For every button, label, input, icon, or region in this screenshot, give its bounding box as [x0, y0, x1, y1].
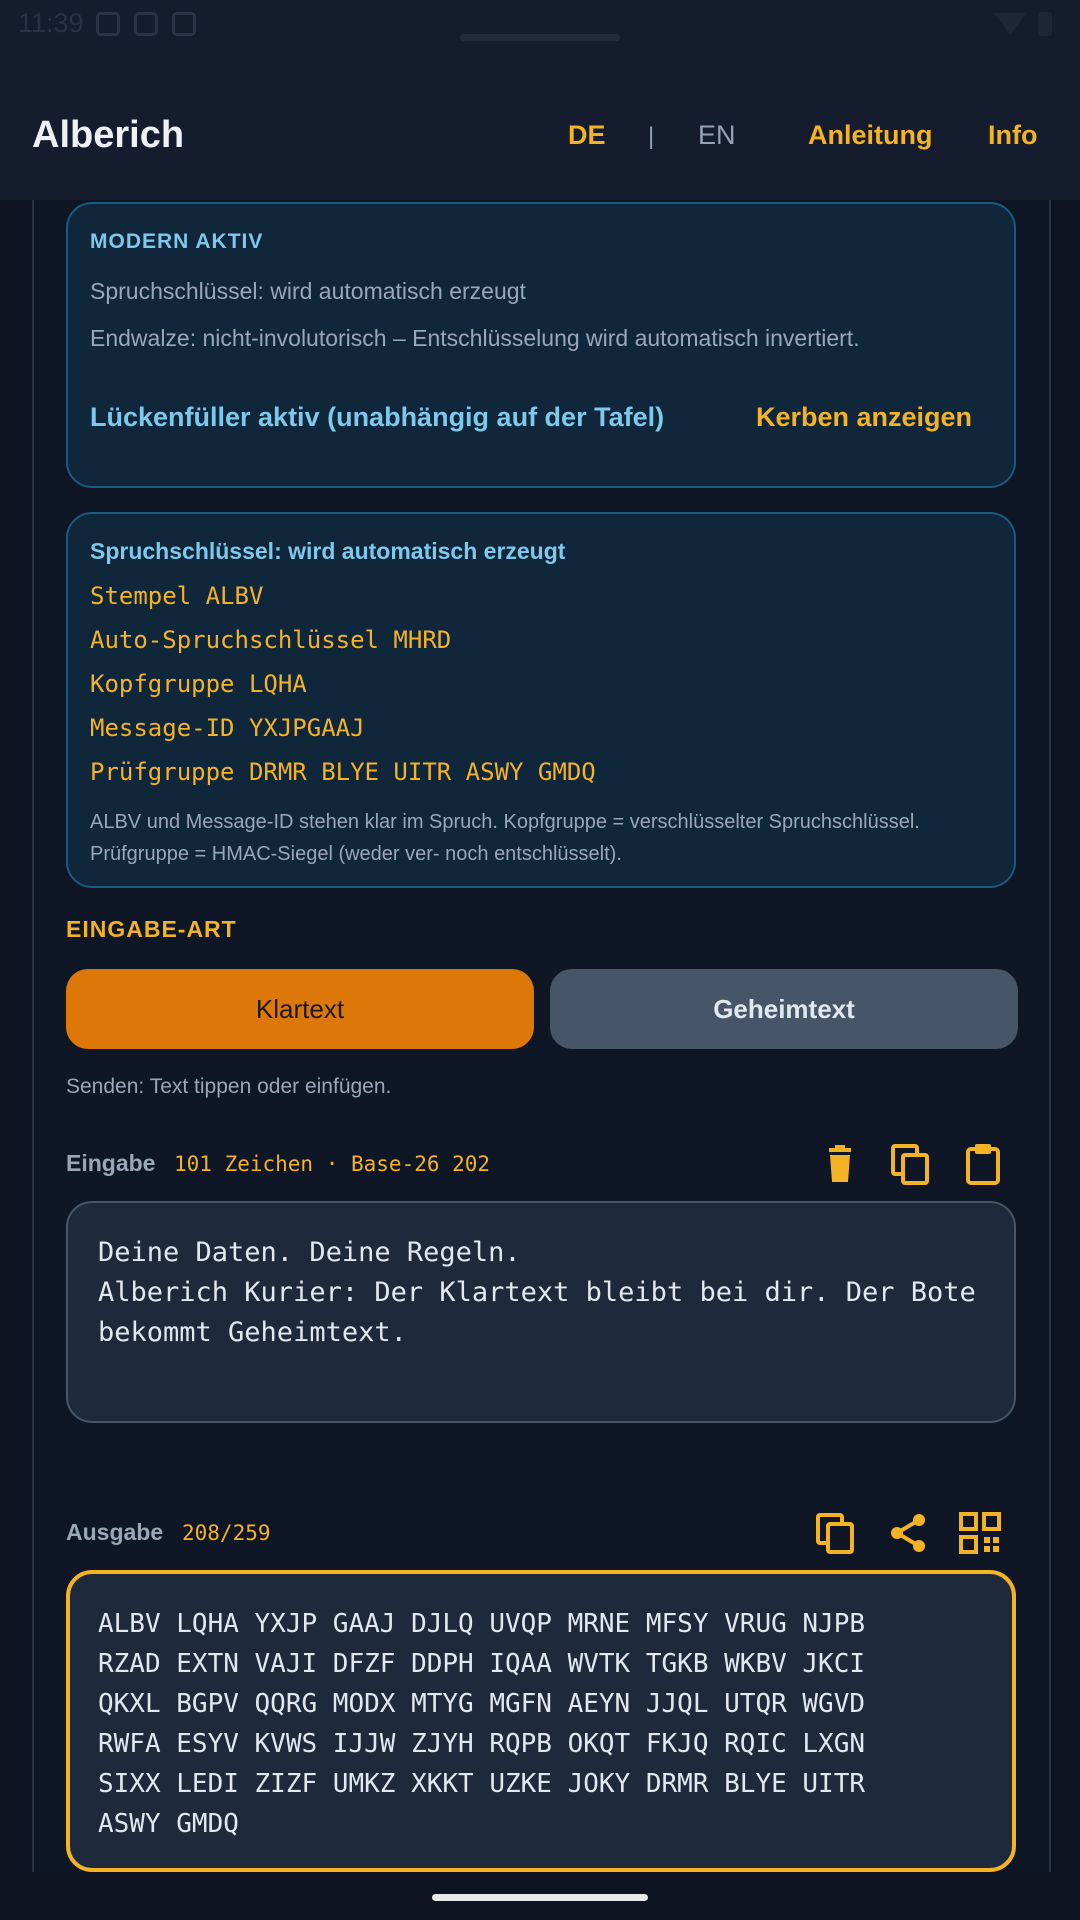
kopfgruppe-value: Kopfgruppe LQHA: [90, 670, 307, 698]
battery-icon: [1038, 12, 1052, 36]
mode-reflector-info: Endwalze: nicht-involutorisch – Entschlü…: [90, 325, 860, 351]
mode-key-info: Spruchschlüssel: wird automatisch erzeug…: [90, 278, 526, 304]
shield-icon: [96, 12, 120, 36]
input-char-count: 101 Zeichen · Base-26 202: [174, 1152, 491, 1176]
sim-card-icon: [172, 12, 196, 36]
geheimtext-button[interactable]: Geheimtext: [550, 969, 1018, 1049]
qr-code-icon[interactable]: [958, 1511, 1002, 1555]
app-bar: Alberich DE | EN Anleitung Info: [0, 50, 1080, 200]
pruefgruppe-value: Prüfgruppe DRMR BLYE UITR ASWY GMDQ: [90, 758, 596, 786]
key-card: Spruchschlüssel: wird automatisch erzeug…: [66, 512, 1016, 888]
home-gesture-handle[interactable]: [432, 1894, 648, 1901]
show-notches-button[interactable]: Kerben anzeigen: [756, 402, 972, 433]
mode-card: MODERN AKTIV Spruchschlüssel: wird autom…: [66, 202, 1016, 488]
share-icon[interactable]: [886, 1511, 930, 1555]
paste-icon[interactable]: [961, 1142, 1005, 1186]
input-textarea[interactable]: Deine Daten. Deine Regeln. Alberich Kuri…: [66, 1201, 1016, 1423]
stempel-value: Stempel ALBV: [90, 582, 264, 610]
auto-key-value: Auto-Spruchschlüssel MHRD: [90, 626, 452, 654]
nav-info-link[interactable]: Info: [988, 120, 1037, 151]
status-time: 11:39: [18, 8, 84, 38]
input-mode-label: EINGABE-ART: [66, 916, 237, 942]
lang-de-button[interactable]: DE: [568, 120, 606, 151]
mode-label: MODERN AKTIV: [90, 230, 264, 253]
main-content[interactable]: MODERN AKTIV Spruchschlüssel: wird autom…: [32, 200, 1051, 1872]
copy-icon[interactable]: [814, 1511, 858, 1555]
output-count: 208/259: [182, 1521, 271, 1545]
status-bar: 11:39: [0, 0, 1080, 50]
wifi-icon: [994, 13, 1026, 35]
input-label: Eingabe: [66, 1150, 156, 1176]
filler-toggle[interactable]: Lückenfüller aktiv (unabhängig auf der T…: [90, 402, 664, 433]
system-nav-bar: [0, 1872, 1080, 1920]
output-textarea[interactable]: ALBV LQHA YXJP GAAJ DJLQ UVQP MRNE MFSY …: [66, 1570, 1016, 1872]
screenshot-icon: [134, 12, 158, 36]
lang-en-button[interactable]: EN: [698, 120, 736, 151]
camera-cutout: [460, 34, 620, 41]
key-card-note: ALBV und Message-ID stehen klar im Spruc…: [90, 811, 920, 865]
copy-icon[interactable]: [889, 1142, 933, 1186]
nav-anleitung-link[interactable]: Anleitung: [808, 120, 932, 151]
message-id-value: Message-ID YXJPGAAJ: [90, 714, 365, 742]
app-title: Alberich: [32, 114, 185, 156]
klartext-button[interactable]: Klartext: [66, 969, 534, 1049]
lang-separator: |: [648, 123, 655, 150]
trash-icon[interactable]: [818, 1142, 862, 1186]
status-icons-right: [994, 12, 1052, 36]
key-card-header: Spruchschlüssel: wird automatisch erzeug…: [90, 538, 566, 564]
status-icons-left: [96, 12, 196, 36]
output-label: Ausgabe: [66, 1519, 164, 1545]
input-mode-hint: Senden: Text tippen oder einfügen.: [66, 1075, 392, 1098]
